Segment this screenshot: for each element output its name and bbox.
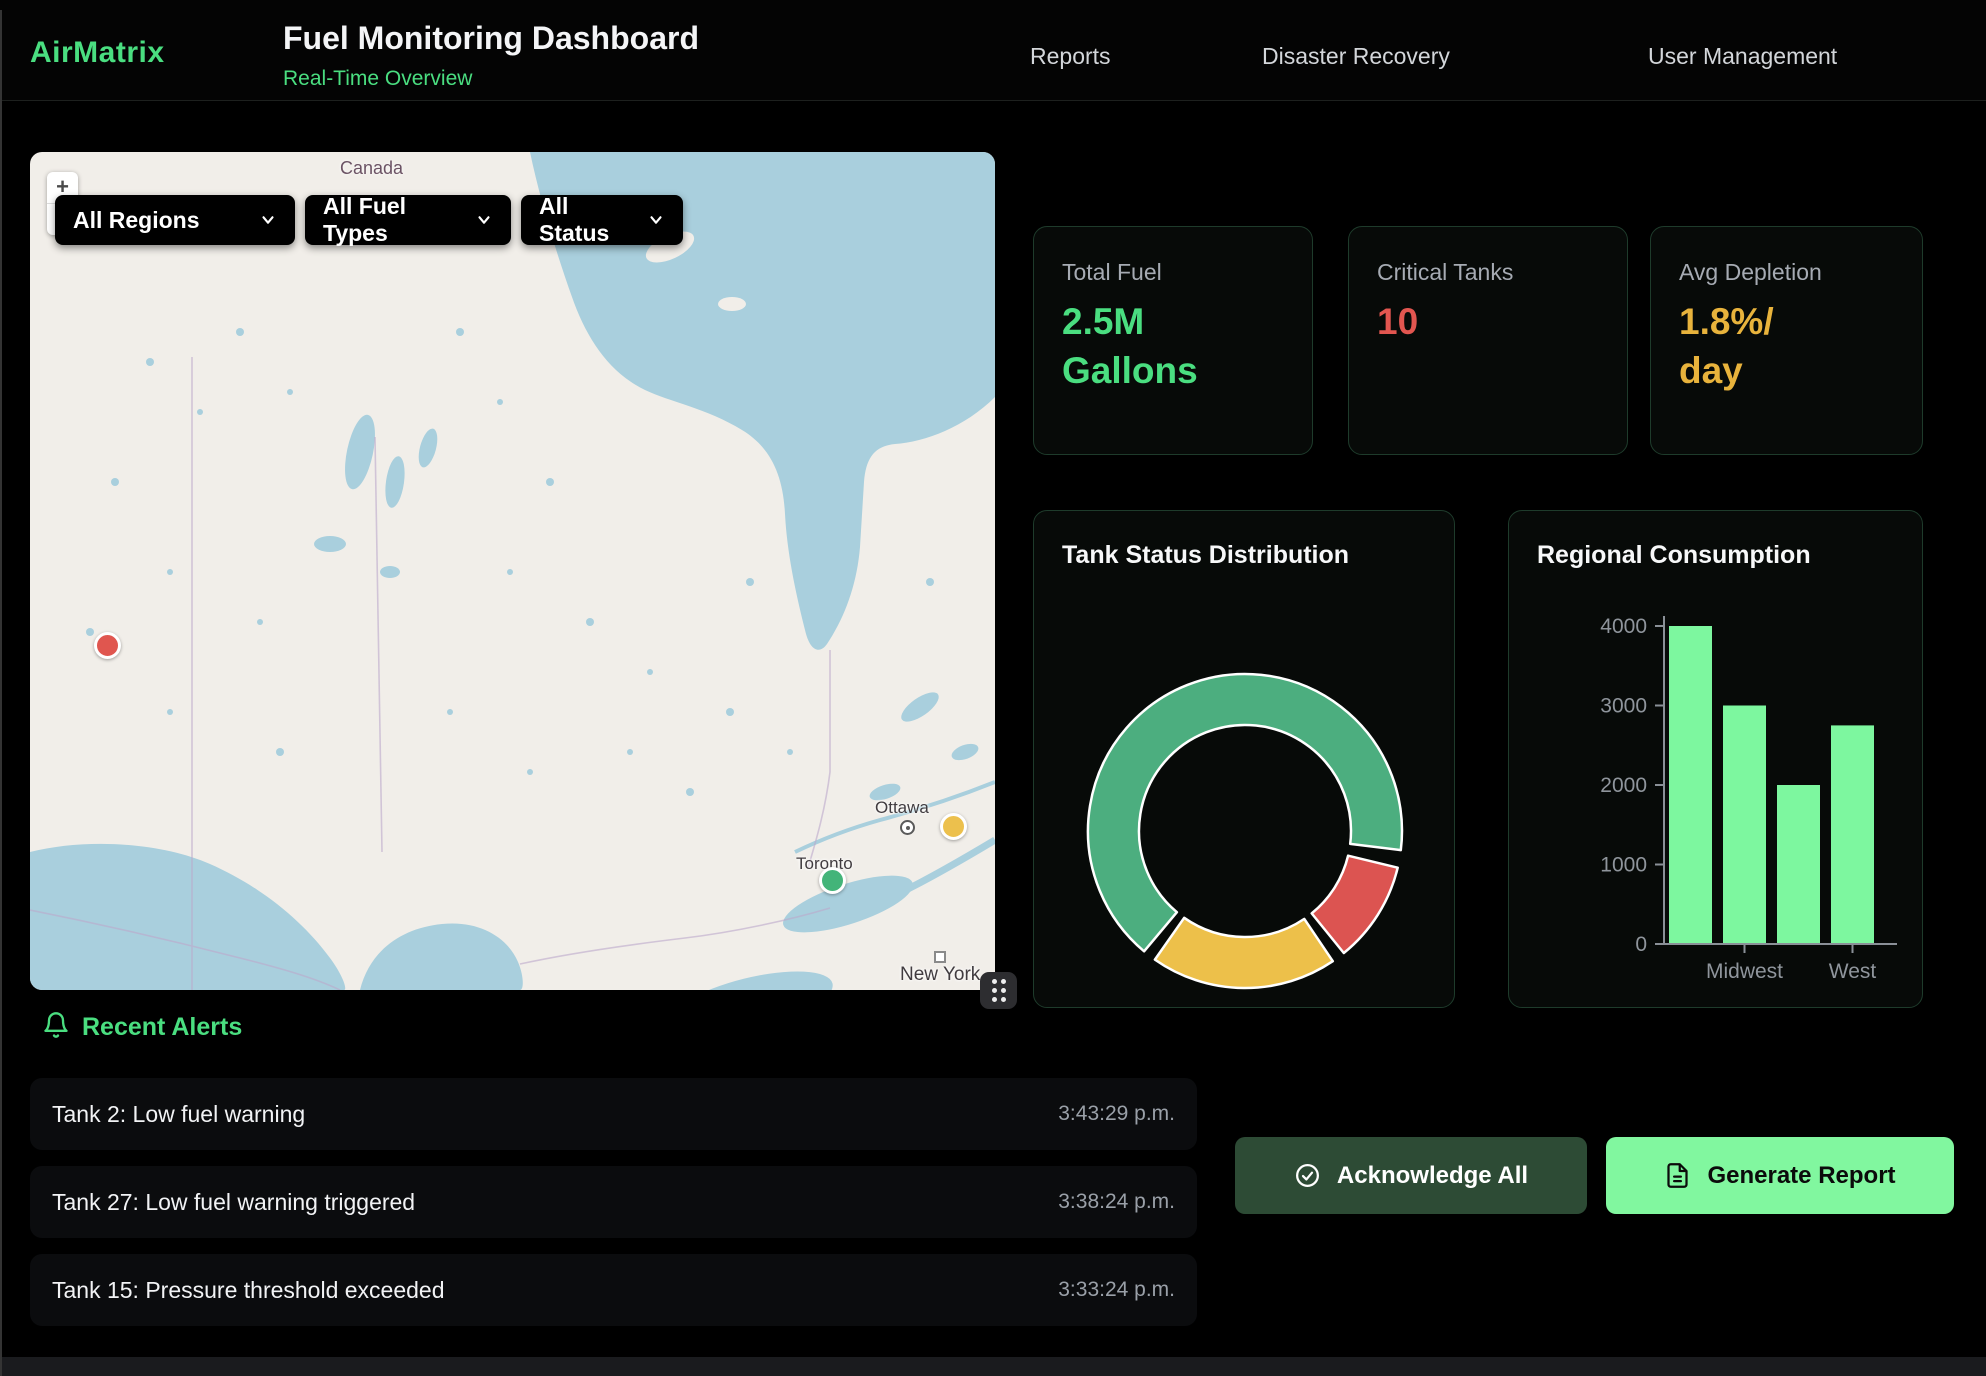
regional-consumption-card: Regional Consumption 01000200030004000Mi…	[1508, 510, 1923, 1008]
report-document-icon	[1664, 1162, 1691, 1189]
nav-item-reports[interactable]: Reports	[1030, 0, 1111, 112]
svg-text:3000: 3000	[1600, 695, 1647, 718]
alert-timestamp: 3:43:29 p.m.	[1058, 1102, 1175, 1126]
tank-status-donut-chart	[1034, 511, 1456, 1009]
window-bottom-strip	[0, 1357, 1986, 1376]
generate-report-label: Generate Report	[1707, 1162, 1895, 1190]
app-header: AirMatrix Fuel Monitoring Dashboard Real…	[0, 0, 1986, 101]
fuel-type-filter-select[interactable]: All Fuel Types	[305, 195, 511, 245]
check-circle-icon	[1294, 1162, 1321, 1189]
new-york-town-icon	[934, 951, 946, 963]
acknowledge-all-button[interactable]: Acknowledge All	[1235, 1137, 1587, 1214]
bell-icon	[42, 1011, 70, 1039]
tank-status-distribution-card: Tank Status Distribution	[1033, 510, 1455, 1008]
kpi-card-total-fuel: Total Fuel 2.5M Gallons	[1033, 226, 1313, 455]
nav-item-disaster-recovery[interactable]: Disaster Recovery	[1262, 0, 1450, 112]
acknowledge-all-label: Acknowledge All	[1337, 1162, 1528, 1190]
tank-marker-normal[interactable]	[819, 867, 846, 894]
kpi-card-critical-tanks: Critical Tanks 10	[1348, 226, 1628, 455]
kpi-label: Critical Tanks	[1377, 259, 1627, 286]
region-filter-select[interactable]: All Regions	[55, 195, 295, 245]
recent-alerts-title: Recent Alerts	[82, 1013, 242, 1042]
svg-text:West: West	[1829, 960, 1877, 983]
region-filter-value: All Regions	[73, 207, 200, 234]
kpi-value: 1.8%/day	[1679, 298, 1783, 396]
chevron-down-icon	[259, 211, 277, 229]
kpi-label: Avg Depletion	[1679, 259, 1922, 286]
page-title: Fuel Monitoring Dashboard	[283, 20, 699, 57]
chevron-down-icon	[475, 211, 493, 229]
svg-text:2000: 2000	[1600, 774, 1647, 797]
map-label-ottawa: Ottawa	[875, 798, 929, 818]
map-label-canada: Canada	[340, 158, 403, 179]
tank-marker-warning[interactable]	[940, 813, 967, 840]
map-panel[interactable]: Canada Ottawa Toronto New York + − All R…	[30, 152, 995, 990]
svg-text:0: 0	[1635, 933, 1647, 956]
alert-message: Tank 2: Low fuel warning	[52, 1101, 305, 1128]
app-logo: AirMatrix	[30, 36, 165, 70]
status-filter-select[interactable]: All Status	[521, 195, 683, 245]
drag-dots-icon	[992, 979, 1006, 1002]
map-label-new-york: New York	[900, 964, 980, 986]
alert-message: Tank 15: Pressure threshold exceeded	[52, 1277, 445, 1304]
fuel-type-filter-value: All Fuel Types	[323, 193, 461, 247]
alert-list-item[interactable]: Tank 27: Low fuel warning triggered 3:38…	[30, 1166, 1197, 1238]
map-filter-bar: All Regions All Fuel Types All Status	[55, 195, 683, 245]
alert-timestamp: 3:33:24 p.m.	[1058, 1278, 1175, 1302]
alert-timestamp: 3:38:24 p.m.	[1058, 1190, 1175, 1214]
kpi-label: Total Fuel	[1062, 259, 1312, 286]
generate-report-button[interactable]: Generate Report	[1606, 1137, 1954, 1214]
page-subtitle: Real-Time Overview	[283, 67, 699, 91]
tank-marker-critical[interactable]	[94, 632, 121, 659]
alert-list-item[interactable]: Tank 15: Pressure threshold exceeded 3:3…	[30, 1254, 1197, 1326]
svg-text:Midwest: Midwest	[1706, 960, 1783, 983]
title-block: Fuel Monitoring Dashboard Real-Time Over…	[283, 20, 699, 91]
window-left-edge	[0, 10, 2, 1376]
nav-item-user-management[interactable]: User Management	[1648, 0, 1837, 112]
kpi-card-avg-depletion: Avg Depletion 1.8%/day	[1650, 226, 1923, 455]
kpi-value: 10	[1377, 298, 1567, 347]
chevron-down-icon	[647, 211, 665, 229]
ottawa-town-icon	[900, 820, 915, 835]
svg-text:4000: 4000	[1600, 615, 1647, 638]
svg-text:1000: 1000	[1600, 854, 1647, 877]
kpi-value: 2.5M Gallons	[1062, 298, 1252, 396]
map-resize-handle[interactable]	[980, 972, 1017, 1009]
alert-message: Tank 27: Low fuel warning triggered	[52, 1189, 415, 1216]
regional-consumption-bar-chart: 0 1000 2000 3000 4000 Midwest West	[1509, 511, 1924, 1009]
status-filter-value: All Status	[539, 193, 633, 247]
alert-list-item[interactable]: Tank 2: Low fuel warning 3:43:29 p.m.	[30, 1078, 1197, 1150]
